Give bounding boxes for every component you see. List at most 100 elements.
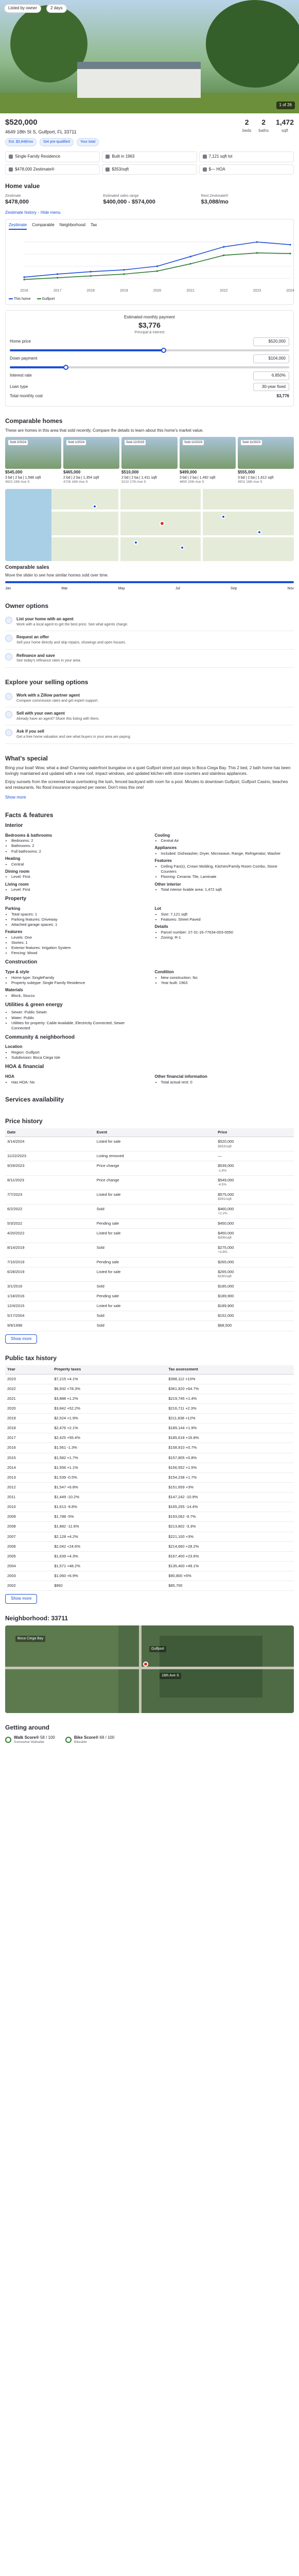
- home-location-pin[interactable]: [143, 1662, 148, 1667]
- fact-group-title: Condition: [154, 969, 174, 974]
- assessment-cell: $156,552 +1.5%: [166, 1463, 294, 1473]
- neighborhood-section: Neighborhood: 33711 Boca Ciega Bay Gulfp…: [0, 1609, 299, 1718]
- table-row: 9/9/1998 Sold $68,500: [5, 1320, 294, 1331]
- subject-home-pin[interactable]: [160, 521, 165, 527]
- comparable-sales-slider[interactable]: [5, 581, 294, 584]
- option-title: Refinance and save: [16, 653, 55, 658]
- price-value: $450,000: [218, 1221, 234, 1226]
- legend-label: Gulfport: [42, 297, 55, 301]
- comparable-card[interactable]: Sold 12/2023 $510,000 2 bd | 2 ba | 1,411…: [121, 437, 178, 485]
- comparable-photo: Sold 2/2024: [5, 437, 61, 469]
- fact-item: Parking features: Driveway: [11, 917, 145, 922]
- price-value: $549,000: [218, 1178, 234, 1183]
- comparable-price: $555,000: [238, 470, 255, 475]
- score-note: Somewhat Walkable: [14, 1740, 45, 1744]
- tax-cell: $1,639 +4.3%: [52, 1551, 167, 1562]
- fact-list: Block, Stucco: [5, 993, 145, 998]
- fact-item: Included: Dishwasher, Dryer, Microwave, …: [161, 851, 294, 856]
- fact-item: Stories: 1: [11, 940, 145, 945]
- table-row: 2002 $992 $85,700: [5, 1581, 294, 1591]
- sold-tag: Sold 12/2023: [183, 440, 204, 446]
- calc-line: Loan type 30-year fixed: [10, 382, 289, 392]
- tab-comparable[interactable]: Comparable: [32, 223, 55, 230]
- quick-fact-text: $— HOA: [208, 166, 225, 172]
- chart-legend: This home Gulfport: [9, 297, 290, 301]
- tax-cell: $3,842 +52.2%: [52, 1403, 167, 1414]
- baths-stat: 2 baths: [258, 117, 269, 134]
- home-price-slider[interactable]: [10, 347, 289, 353]
- date-cell: 8/14/2019: [5, 1243, 95, 1258]
- fact-group: Parking Total spaces: 1Parking features:…: [5, 904, 145, 956]
- comparable-pin[interactable]: [257, 530, 261, 535]
- year-cell: 2005: [5, 1551, 52, 1562]
- comparables-map[interactable]: [5, 489, 294, 562]
- interest-rate-input[interactable]: 6.850%: [253, 371, 289, 380]
- down-payment-slider[interactable]: [10, 364, 289, 370]
- assessment-cell: $216,711 +2.3%: [166, 1403, 294, 1414]
- option-title: List your home with an agent: [16, 617, 74, 622]
- comparable-address: 4923 19th Ave S: [5, 480, 30, 484]
- comparable-pin[interactable]: [134, 540, 138, 545]
- year-cell: 2008: [5, 1521, 52, 1532]
- price-history-table: Date Event Price 3/14/2024 Listed for sa…: [5, 1128, 294, 1331]
- calc-label: Down payment: [10, 355, 38, 361]
- tax-history-table: Year Property taxes Tax assessment 2023 …: [5, 1365, 294, 1591]
- slider-handle[interactable]: [161, 347, 166, 353]
- prequalify-badge[interactable]: Get pre-qualified: [40, 138, 74, 146]
- data-point: [289, 244, 291, 246]
- event-cell: Listed for sale: [94, 1267, 216, 1282]
- data-point: [256, 252, 258, 254]
- option-item[interactable]: Ask if you sell Get a free home valuation…: [5, 725, 294, 744]
- assessment-cell: $157,805 +0.8%: [166, 1453, 294, 1463]
- tab-neighborhood[interactable]: Neighborhood: [60, 223, 85, 230]
- table-row: 7/7/2023 Listed for sale $575,000 $391/sq…: [5, 1190, 294, 1205]
- owner-options-section: Owner options List your home with an age…: [0, 597, 299, 673]
- payment-badge[interactable]: Est. $3,848/mo: [5, 138, 37, 146]
- comparable-card[interactable]: Sold 11/2023 $555,000 3 bd | 2 ba | 1,612…: [238, 437, 294, 485]
- loan-type-select[interactable]: 30-year fixed: [253, 382, 289, 392]
- comparable-card[interactable]: Sold 12/2023 $499,000 3 bd | 2 ba | 1,492…: [180, 437, 236, 485]
- comparable-card[interactable]: Sold 2/2024 $545,000 3 bd | 2 ba | 1,588 …: [5, 437, 61, 485]
- option-item[interactable]: Sell with your own agent Already have an …: [5, 707, 294, 726]
- neighborhood-map[interactable]: Boca Ciega Bay Gulfport 18th Ave S: [5, 1625, 294, 1714]
- down-payment-input[interactable]: $104,000: [253, 354, 289, 363]
- show-more-tax-history-button[interactable]: Show more: [5, 1594, 38, 1604]
- tab-tax[interactable]: Tax: [91, 223, 97, 230]
- table-row: 5/17/2004 Sold $152,000: [5, 1311, 294, 1321]
- fact-item: Attached garage spaces: 1: [11, 922, 145, 927]
- listing-photo[interactable]: Listed by owner 2 days 1 of 26: [0, 0, 299, 113]
- fact-item: Subdivision: Boca Ciega Isle: [11, 1055, 145, 1060]
- show-more-price-history-button[interactable]: Show more: [5, 1334, 38, 1344]
- option-item[interactable]: Request an offer Sell your home directly …: [5, 631, 294, 650]
- option-item[interactable]: Work with a Zillow partner agent Compare …: [5, 689, 294, 708]
- slider-handle[interactable]: [63, 364, 68, 370]
- home-price-input[interactable]: $520,000: [253, 337, 289, 346]
- comparable-pin[interactable]: [180, 546, 184, 550]
- zestimate-history-link[interactable]: Zestimate history: [5, 210, 37, 215]
- rent-value: $3,088/mo: [201, 199, 228, 206]
- community-facts: Location Region: GulfportSubdivision: Bo…: [5, 1042, 294, 1060]
- comparable-card[interactable]: Sold 1/2024 $465,000 2 bd | 2 ba | 1,354 …: [63, 437, 119, 485]
- section-title: Facts & features: [5, 811, 54, 819]
- fact-list: Included: Dishwasher, Dryer, Microwave, …: [155, 851, 294, 856]
- assessment-cell: $185,618 +16.8%: [166, 1433, 294, 1444]
- total-badge[interactable]: Your total: [76, 138, 99, 146]
- range-value: $400,000 - $574,000: [103, 199, 155, 206]
- hide-menu-link[interactable]: Hide menu: [41, 210, 61, 215]
- option-body: Work with a local agent to get the best …: [16, 622, 128, 626]
- show-more-link[interactable]: Show more: [5, 795, 26, 800]
- date-cell: 3/1/2016: [5, 1281, 95, 1292]
- bike-score: Bike Score® 68 / 100 Bikeable: [65, 1735, 114, 1745]
- option-item[interactable]: Refinance and save See today's refinance …: [5, 650, 294, 668]
- sold-tag: Sold 2/2024: [8, 440, 28, 446]
- fact-group: [155, 1042, 294, 1060]
- data-point: [123, 273, 125, 276]
- tab-zestimate[interactable]: Zestimate: [9, 223, 27, 230]
- section-title: Neighborhood: 33711: [5, 1615, 68, 1622]
- option-item[interactable]: List your home with an agent Work with a …: [5, 613, 294, 632]
- comparable-pin[interactable]: [93, 504, 97, 509]
- price-value: $152,000: [218, 1313, 234, 1318]
- table-row: 7/10/2019 Pending sale $265,000: [5, 1257, 294, 1267]
- calendar-icon: [105, 155, 110, 159]
- comparable-pin[interactable]: [221, 515, 225, 519]
